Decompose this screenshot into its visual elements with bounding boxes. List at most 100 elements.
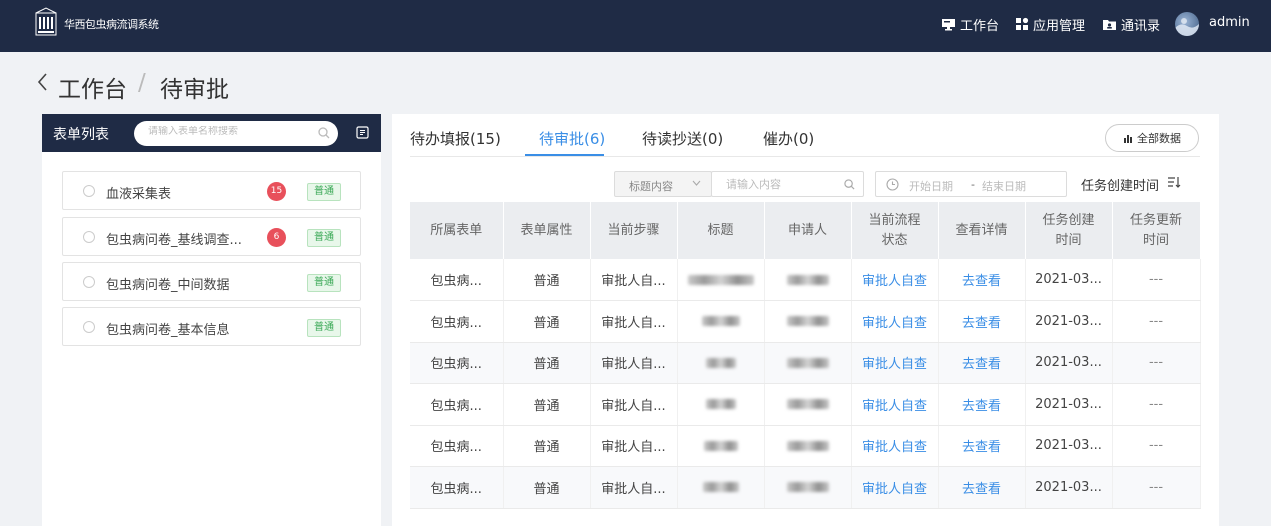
column-header: 查看详情	[938, 202, 1026, 259]
breadcrumb-workbench[interactable]: 工作台	[58, 70, 127, 104]
table-row[interactable]: 包虫病... 普通 审批人自... 审批人自查 去查看 2021-03... -…	[410, 466, 1201, 509]
nav-contacts[interactable]: 通讯录	[1102, 15, 1160, 34]
keyword-search-input[interactable]	[726, 178, 836, 191]
end-date-field[interactable]: 结束日期	[982, 178, 1026, 194]
cell-created-time: 2021-03...	[1025, 300, 1113, 343]
tab-urge[interactable]: 催办(0)	[763, 128, 814, 149]
tab-pending-fill[interactable]: 待办填报(15)	[410, 128, 501, 149]
page-title: 待审批	[160, 77, 229, 103]
search-field-select[interactable]: 标题内容	[614, 171, 712, 197]
back-arrow-icon[interactable]	[36, 72, 48, 92]
cell-step: 审批人自...	[590, 466, 678, 509]
sort-by-created-time[interactable]: 任务创建时间	[1081, 175, 1159, 194]
cell-status-link[interactable]: 审批人自查	[851, 300, 939, 343]
search-icon[interactable]	[318, 127, 330, 139]
table-row[interactable]: 包虫病... 普通 审批人自... 审批人自查 去查看 2021-03... -…	[410, 259, 1201, 301]
table-row[interactable]: 包虫病... 普通 审批人自... 审批人自查 去查看 2021-03... -…	[410, 425, 1201, 467]
column-header: 申请人	[764, 202, 852, 259]
cell-title-redacted	[677, 300, 765, 343]
form-list-panel: 表单列表 血液采集表 15 普通 包虫病问卷_基线调查... 6 普通 包虫病问…	[42, 114, 381, 526]
user-avatar[interactable]	[1175, 12, 1199, 36]
cell-applicant-redacted	[764, 425, 852, 467]
cell-applicant-redacted	[764, 259, 852, 301]
cell-created-time: 2021-03...	[1025, 383, 1113, 426]
all-data-button[interactable]: 全部数据	[1105, 124, 1199, 152]
cell-status-link[interactable]: 审批人自查	[851, 425, 939, 467]
cell-status-link[interactable]: 审批人自查	[851, 383, 939, 426]
form-type-tag: 普通	[307, 183, 341, 201]
keyword-search-box	[711, 171, 864, 197]
cell-applicant-redacted	[764, 300, 852, 343]
cell-attribute: 普通	[503, 383, 591, 426]
form-list-item[interactable]: 包虫病问卷_基线调查... 6 普通	[62, 217, 361, 256]
collapse-panel-icon[interactable]	[356, 126, 369, 139]
table-header-row: 所属表单 表单属性 当前步骤 标题 申请人 当前流程状态 查看详情 任务创建时间…	[410, 202, 1201, 259]
bar-chart-icon	[1124, 135, 1132, 143]
form-name: 包虫病问卷_中间数据	[106, 278, 230, 293]
cell-updated-time: ---	[1112, 425, 1201, 467]
cell-updated-time: ---	[1112, 300, 1201, 343]
cell-created-time: 2021-03...	[1025, 342, 1113, 384]
table-row[interactable]: 包虫病... 普通 审批人自... 审批人自查 去查看 2021-03... -…	[410, 300, 1201, 343]
cell-created-time: 2021-03...	[1025, 425, 1113, 467]
cell-step: 审批人自...	[590, 300, 678, 343]
cell-status-link[interactable]: 审批人自查	[851, 342, 939, 384]
cell-form: 包虫病...	[410, 383, 504, 426]
cell-step: 审批人自...	[590, 342, 678, 384]
radio-button[interactable]	[83, 185, 95, 197]
date-range-picker[interactable]: 开始日期 - 结束日期	[875, 171, 1067, 197]
cell-step: 审批人自...	[590, 425, 678, 467]
cell-step: 审批人自...	[590, 259, 678, 301]
view-details-link[interactable]: 去查看	[938, 425, 1026, 467]
table-row[interactable]: 包虫病... 普通 审批人自... 审批人自查 去查看 2021-03... -…	[410, 342, 1201, 384]
nav-app-management[interactable]: 应用管理	[1015, 15, 1086, 34]
form-list-item[interactable]: 包虫病问卷_基本信息 普通	[62, 307, 361, 346]
cell-status-link[interactable]: 审批人自查	[851, 259, 939, 301]
user-name[interactable]: admin	[1209, 15, 1250, 30]
start-date-field[interactable]: 开始日期	[909, 178, 953, 194]
nav-label: 工作台	[960, 18, 1000, 34]
view-details-link[interactable]: 去查看	[938, 259, 1026, 301]
all-data-label: 全部数据	[1137, 132, 1181, 145]
radio-button[interactable]	[83, 321, 95, 333]
nav-label: 应用管理	[1033, 18, 1086, 34]
tab-unread-cc[interactable]: 待读抄送(0)	[642, 128, 723, 149]
search-field-value: 标题内容	[629, 180, 673, 193]
cell-status-link[interactable]: 审批人自查	[851, 466, 939, 509]
cell-attribute: 普通	[503, 425, 591, 467]
cell-form: 包虫病...	[410, 300, 504, 343]
form-name: 包虫病问卷_基本信息	[106, 323, 230, 338]
form-list-item[interactable]: 血液采集表 15 普通	[62, 171, 361, 210]
cell-form: 包虫病...	[410, 466, 504, 509]
cell-title-redacted	[677, 466, 765, 509]
radio-button[interactable]	[83, 276, 95, 288]
form-name: 血液采集表	[106, 187, 172, 202]
form-list-item[interactable]: 包虫病问卷_中间数据 普通	[62, 262, 361, 301]
sort-icon[interactable]	[1167, 176, 1181, 188]
cell-form: 包虫病...	[410, 425, 504, 467]
cell-title-redacted	[677, 383, 765, 426]
view-details-link[interactable]: 去查看	[938, 466, 1026, 509]
view-details-link[interactable]: 去查看	[938, 300, 1026, 343]
column-header: 任务更新时间	[1112, 202, 1201, 259]
nav-workbench[interactable]: 工作台	[941, 15, 1000, 34]
cell-title-redacted	[677, 259, 765, 301]
form-list-header: 表单列表	[42, 114, 381, 152]
cell-updated-time: ---	[1112, 259, 1201, 301]
task-panel: 待办填报(15) 待审批(6) 待读抄送(0) 催办(0) 全部数据 标题内容 …	[392, 114, 1219, 526]
radio-button[interactable]	[83, 231, 95, 243]
cell-attribute: 普通	[503, 300, 591, 343]
form-search-input[interactable]	[148, 126, 313, 137]
view-details-link[interactable]: 去查看	[938, 342, 1026, 384]
date-separator: -	[971, 178, 975, 191]
search-icon[interactable]	[844, 179, 855, 190]
tab-pending-approval[interactable]: 待审批(6)	[539, 128, 605, 149]
cell-form: 包虫病...	[410, 259, 504, 301]
clock-icon	[886, 178, 899, 191]
monitor-icon	[942, 18, 955, 30]
cell-attribute: 普通	[503, 342, 591, 384]
view-details-link[interactable]: 去查看	[938, 383, 1026, 426]
column-header: 标题	[677, 202, 765, 259]
table-row[interactable]: 包虫病... 普通 审批人自... 审批人自查 去查看 2021-03... -…	[410, 383, 1201, 426]
pending-count-badge: 15	[267, 182, 286, 201]
